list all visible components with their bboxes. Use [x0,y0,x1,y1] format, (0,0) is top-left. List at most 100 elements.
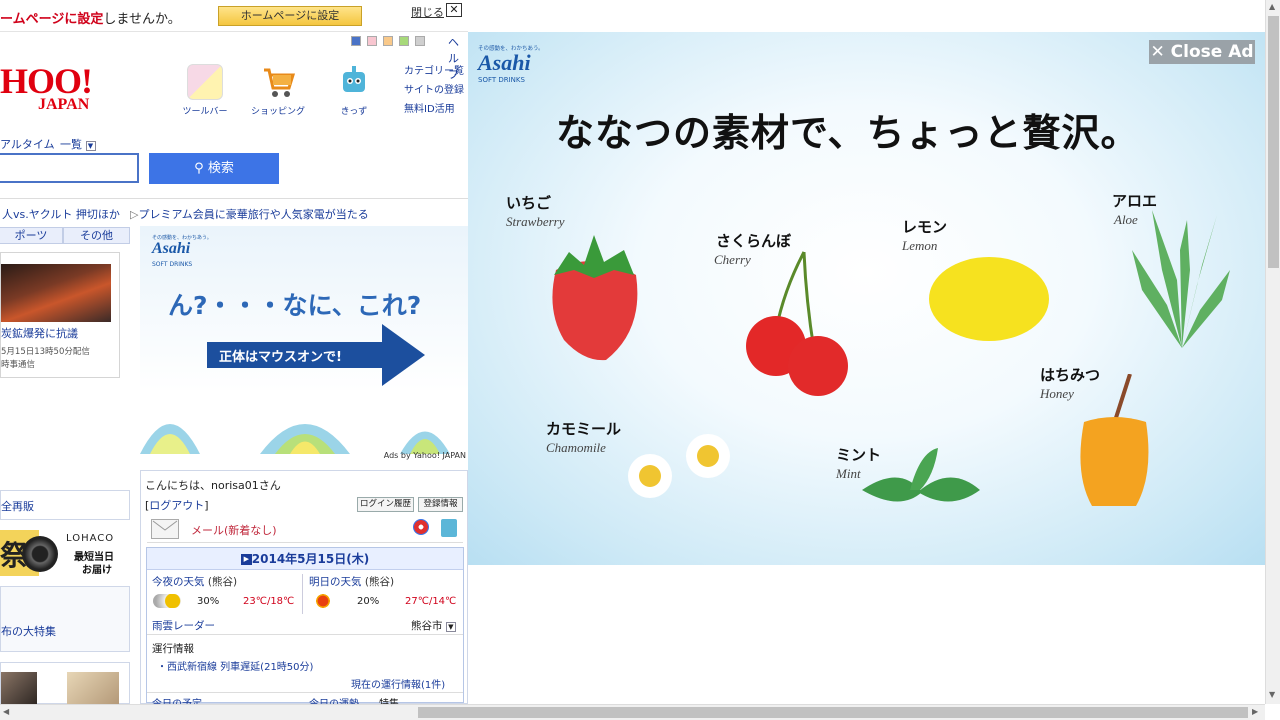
tonight-city: (熊谷) [207,576,238,588]
realtime-tab[interactable]: アルタイム [0,136,55,152]
tonight-temperature: 23℃/18℃ [243,596,295,607]
photo-thumb-2[interactable] [67,672,119,704]
feature-label[interactable]: 特集 [379,695,399,704]
lemon-label: レモン [902,218,948,236]
news-date: 5月15日13時50分配信 [1,347,90,357]
mail-status[interactable]: メール(新着なし) [191,522,277,538]
ad-small-question: ん?・・・なに、これ? [168,291,422,320]
search-input[interactable] [0,153,139,183]
tab-other[interactable]: その他 [63,227,130,244]
news-topic-box: 炭鉱爆発に抗議 5月15日13時50分配信 時事通信 [0,252,120,378]
mail-row[interactable]: メール(新着なし) [147,517,463,543]
theme-swatch-pink[interactable] [367,36,377,46]
chevron-down-icon: ▼ [445,622,456,632]
celebrity-box [0,662,130,704]
mail-badge-icon[interactable] [413,519,429,535]
transit-label: 運行情報 [152,643,194,655]
date-text: 2014年5月15日(木) [251,552,370,566]
tomorrow-label: 明日の天気 [309,576,362,588]
theme-swatch-green[interactable] [399,36,409,46]
sunny-icon [315,593,331,609]
weather-separator-2 [147,692,463,693]
transit-current-link[interactable]: 現在の運行情報(1件) [351,676,445,691]
news-photo[interactable] [1,264,111,322]
scroll-left-arrow-icon[interactable]: ◀ [3,707,9,716]
scroll-right-arrow-icon[interactable]: ▶ [1252,707,1258,716]
promo-text-tail: しませんか。 [103,12,181,27]
tomorrow-weather-link[interactable]: 明日の天気 (熊谷) [309,574,394,589]
yahoo-portal-page: ームページに設定しませんか。 ホームページに設定 閉じる ✕ ヘルプ HOO! … [0,0,468,704]
transit-item-link[interactable]: ・西武新宿線 列車遅延(21時50分) [157,658,313,673]
list-dropdown-label: 一覧 [60,138,82,151]
site-register-link[interactable]: サイトの登録 [404,81,464,96]
news-ticker: 人vs.ヤクルト 押切ほか ▷プレミアム会員に豪華旅行や人気家電が当たる [0,198,468,226]
set-homepage-button[interactable]: ホームページに設定 [218,6,362,26]
list-dropdown[interactable]: 一覧 ▼ [60,136,96,152]
news-headline[interactable]: 炭鉱爆発に抗議 [1,325,78,341]
cherry-icon [746,251,848,396]
play-triangle-icon: ▶ [240,554,252,565]
ad-small-cta: 正体はマウスオンで! [219,350,342,365]
scroll-up-arrow-icon[interactable]: ▲ [1269,2,1275,11]
user-greeting: こんにちは、norisa01さん [145,479,281,492]
promo-text-red: ームページに [0,12,78,27]
robot-cleaner-icon [22,536,58,572]
rain-radar-link[interactable]: 雨雲レーダー [152,618,215,633]
logout-link[interactable]: ログアウト [149,499,204,512]
scroll-down-arrow-icon[interactable]: ▼ [1269,690,1275,699]
theme-swatch-orange[interactable] [383,36,393,46]
weather-divider [302,574,303,614]
calendar-icon[interactable] [441,519,457,537]
close-ad-button[interactable]: ✕ Close Ad [1149,40,1255,64]
logout-wrapper: [ログアウト] [145,499,209,512]
theme-swatch-gray[interactable] [415,36,425,46]
shopping-label: ショッピング [250,107,305,117]
cloudy-moon-icon [153,594,181,608]
tonight-weather-link[interactable]: 今夜の天気 (熊谷) [152,574,237,589]
lohaco-banner[interactable]: 祭 LOHACO 最短当日 お届け [0,530,130,576]
close-icon[interactable]: ✕ [446,3,462,17]
cherry-label: さくらんぼ [716,232,792,250]
asahi-logo-sub: SOFT DRINKS [152,261,193,268]
city-select-value: 熊谷市 [411,620,443,632]
news-source: 時事通信 [1,360,36,370]
search-button[interactable]: ⚲ 検索 [149,153,279,184]
asahi-expanded-ad[interactable]: ✕ Close Ad その感動を、わかちあう。 Asahi SOFT DRINK… [468,32,1265,565]
weather-separator [147,634,463,635]
feature-link[interactable]: 布の大特集 [1,623,56,639]
tomorrow-temperature: 27℃/14℃ [405,596,457,607]
theme-swatch-blue[interactable] [351,36,361,46]
yahoo-logo-japan[interactable]: JAPAN [38,96,89,114]
strawberry-label: いちご [506,194,552,212]
tomorrow-city: (熊谷) [364,576,395,588]
kids-service[interactable]: きっず [324,64,384,117]
close-promo-link[interactable]: 閉じる [411,4,444,20]
horizontal-scrollbar[interactable]: ◀ ▶ [0,704,1265,720]
horizontal-scroll-thumb[interactable] [418,707,1248,718]
ad-headline: ななつの素材で、ちょっと贅沢。 [556,111,1140,155]
toolbar-service[interactable]: ツールバー [175,64,235,117]
weather-panel: ▶ 2014年5月15日(木) 今夜の天気 (熊谷) 明日の天気 (熊谷) 30%… [146,547,464,704]
ads-by-yahoo-credit[interactable]: Ads by Yahoo! JAPAN [384,451,466,460]
chamomile-icon [628,434,730,498]
ticker-link-right[interactable]: ▷プレミアム会員に豪華旅行や人気家電が当たる [130,206,369,222]
tomorrow-rain-chance: 20% [357,596,380,607]
kids-robot-icon [336,64,372,100]
free-id-link[interactable]: 無料ID活用 [404,100,455,115]
vertical-scroll-thumb[interactable] [1268,16,1279,268]
photo-thumb-1[interactable] [1,672,37,704]
today-schedule-link[interactable]: 今日の予定 [152,695,202,704]
ticker-link-left[interactable]: 人vs.ヤクルト 押切ほか [2,206,120,222]
shopping-service[interactable]: ショッピング [248,64,308,117]
vertical-scrollbar[interactable]: ▲ ▼ [1265,0,1280,704]
city-select[interactable]: 熊谷市 ▼ [411,618,456,633]
honey-jar-icon [1080,374,1149,506]
tab-sports[interactable]: ポーツ [0,227,63,244]
login-history-button[interactable]: ログイン履歴 [357,497,414,512]
asahi-small-ad[interactable]: その感動を、わかちあう。 Asahi SOFT DRINKS ん?・・・なに、こ… [140,226,468,462]
category-list-link[interactable]: カテゴリー覧 [404,62,464,77]
lohaco-logo: LOHACO [66,533,115,544]
registration-info-button[interactable]: 登録情報 [418,497,463,512]
today-fortune-link[interactable]: 今日の運勢 [309,695,359,704]
reprint-link[interactable]: 全再販 [1,498,34,514]
